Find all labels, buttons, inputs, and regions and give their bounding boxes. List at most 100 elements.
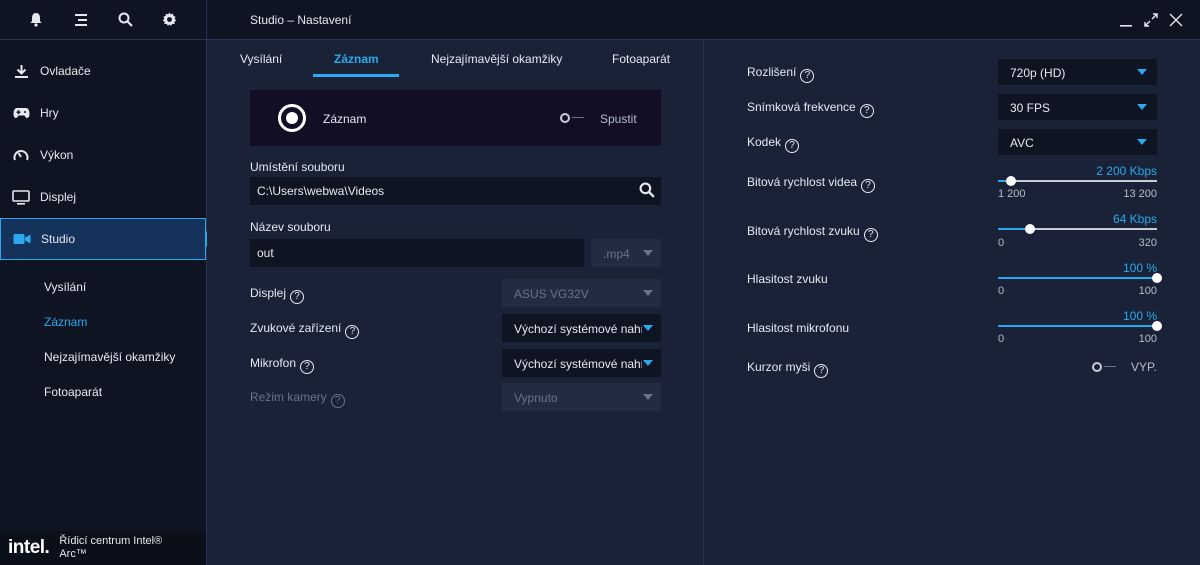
video-bitrate-slider[interactable] (998, 176, 1157, 186)
tab-recording[interactable]: Záznam (334, 52, 379, 66)
tab-highlights[interactable]: Nejzajímavější okamžiky (431, 52, 562, 66)
chevron-down-icon (643, 325, 653, 331)
mic-volume-max: 100 (1138, 333, 1157, 345)
close-icon[interactable] (1168, 12, 1184, 28)
brand: intel. Řídicí centrum Intel® Arc™ (0, 531, 206, 565)
output-settings-pane: Rozlišení? 720p (HD) Snímková frekvence?… (705, 40, 1200, 565)
help-icon[interactable]: ? (800, 69, 815, 83)
search-icon[interactable] (114, 9, 136, 31)
sidebar-item-drivers[interactable]: Ovladače (0, 50, 206, 92)
audio-bitrate-slider[interactable] (998, 224, 1157, 234)
file-location-label: Umístění souboru (250, 160, 345, 174)
camera-mode-value: Vypnuto (514, 391, 558, 405)
help-icon[interactable]: ? (861, 179, 876, 193)
restore-icon[interactable] (1143, 12, 1159, 28)
file-name-label: Název souboru (250, 220, 331, 234)
audio-bitrate-max: 320 (1138, 237, 1157, 249)
recording-settings-pane: Vysílání Záznam Nejzajímavější okamžiky … (207, 40, 704, 565)
microphone-select[interactable]: Výchozí systémové nahrávací zařízení (502, 349, 661, 377)
monitor-icon (12, 188, 30, 206)
framerate-label: Snímková frekvence? (747, 100, 874, 118)
sidebar-item-studio[interactable]: Studio (0, 218, 214, 260)
help-icon[interactable]: ? (814, 364, 829, 378)
sidebar-item-display[interactable]: Displej (0, 176, 206, 218)
mic-volume-slider[interactable] (998, 321, 1162, 331)
file-name-input[interactable]: out (250, 239, 584, 267)
audio-volume-label: Hlasitost zvuku (747, 272, 828, 286)
resolution-label: Rozlišení? (747, 65, 815, 83)
sidebar-subitem-recording[interactable]: Záznam (0, 304, 206, 339)
sidebar-subitem-camera[interactable]: Fotoaparát (0, 374, 206, 409)
sidebar-subitem-streaming[interactable]: Vysílání (0, 269, 206, 304)
camera-mode-select: Vypnuto (502, 383, 661, 411)
tab-streaming[interactable]: Vysílání (240, 52, 282, 66)
chevron-down-icon (643, 394, 653, 400)
record-start-toggle[interactable] (560, 112, 588, 124)
file-location-value: C:\Users\webwa\Videos (257, 184, 385, 198)
help-icon[interactable]: ? (345, 325, 360, 339)
record-start-label: Spustit (600, 112, 637, 126)
camera-mode-label: Režim kamery? (250, 390, 345, 408)
chevron-down-icon (643, 360, 653, 366)
search-icon[interactable] (639, 182, 655, 201)
microphone-label: Mikrofon? (250, 356, 315, 374)
resolution-value: 720p (HD) (1010, 66, 1066, 80)
brand-text: Řídicí centrum Intel® Arc™ (59, 535, 162, 561)
codec-select[interactable]: AVC (998, 129, 1157, 155)
video-bitrate-min: 1 200 (998, 188, 1026, 200)
help-icon[interactable]: ? (863, 228, 878, 242)
audio-device-value: Výchozí systémové nahrávací zařízení (514, 322, 642, 336)
help-icon[interactable]: ? (330, 394, 345, 408)
gear-icon[interactable] (159, 9, 181, 31)
file-location-input[interactable]: C:\Users\webwa\Videos (250, 177, 661, 205)
audio-volume-slider[interactable] (998, 273, 1162, 283)
slider-thumb[interactable] (1024, 224, 1035, 234)
display-label: Displej? (250, 286, 305, 304)
window-title: Studio – Nastavení (250, 13, 352, 27)
chevron-down-icon (1137, 104, 1147, 110)
audio-device-select[interactable]: Výchozí systémové nahrávací zařízení (502, 314, 661, 342)
sidebar-subitem-highlights[interactable]: Nejzajímavější okamžiky (0, 339, 206, 374)
help-icon[interactable]: ? (290, 290, 305, 304)
brand-line-2: Arc™ (59, 548, 87, 560)
download-icon (12, 62, 30, 80)
slider-thumb[interactable] (1152, 273, 1162, 283)
chevron-down-icon (1137, 69, 1147, 75)
mic-volume-label: Hlasitost mikrofonu (747, 321, 850, 335)
title-bar: Studio – Nastavení (207, 0, 1200, 40)
framerate-select[interactable]: 30 FPS (998, 94, 1157, 120)
gamepad-icon (12, 104, 30, 122)
tab-bar: Vysílání Záznam Nejzajímavější okamžiky … (207, 40, 704, 77)
framerate-value: 30 FPS (1010, 101, 1051, 115)
tab-camera[interactable]: Fotoaparát (612, 52, 670, 66)
slider-thumb[interactable] (1152, 321, 1162, 331)
active-tab-underline (313, 74, 399, 77)
codec-label: Kodek? (747, 135, 800, 153)
audio-volume-min: 0 (998, 285, 1005, 297)
mouse-cursor-toggle[interactable] (1092, 361, 1120, 373)
chevron-down-icon (643, 250, 653, 256)
sidebar-item-label: Ovladače (40, 64, 91, 78)
mic-volume-min: 0 (998, 333, 1005, 345)
help-icon[interactable]: ? (785, 139, 800, 153)
sidebar-item-label: Studio (41, 232, 76, 246)
sidebar-item-performance[interactable]: Výkon (0, 134, 206, 176)
sidebar-nav: Ovladače Hry Výkon Displej Studio Vysílá… (0, 40, 214, 409)
menu-lines-icon[interactable] (70, 9, 92, 31)
resolution-select[interactable]: 720p (HD) (998, 59, 1157, 85)
display-select: ASUS VG32V (502, 279, 661, 307)
help-icon[interactable]: ? (859, 104, 874, 118)
bell-icon[interactable] (25, 9, 47, 31)
display-value: ASUS VG32V (514, 287, 589, 301)
minimize-icon[interactable] (1119, 12, 1135, 28)
mouse-cursor-state: VYP. (1131, 360, 1157, 374)
help-icon[interactable]: ? (300, 360, 315, 374)
sidebar-item-games[interactable]: Hry (0, 92, 206, 134)
sidebar-item-label: Výkon (40, 148, 74, 162)
record-button[interactable] (278, 104, 306, 132)
gauge-icon (12, 146, 30, 164)
slider-thumb[interactable] (1006, 176, 1017, 186)
video-camera-icon (13, 230, 31, 248)
audio-bitrate-label: Bitová rychlost zvuku? (747, 224, 878, 242)
file-extension-select: .mp4 (591, 239, 661, 267)
